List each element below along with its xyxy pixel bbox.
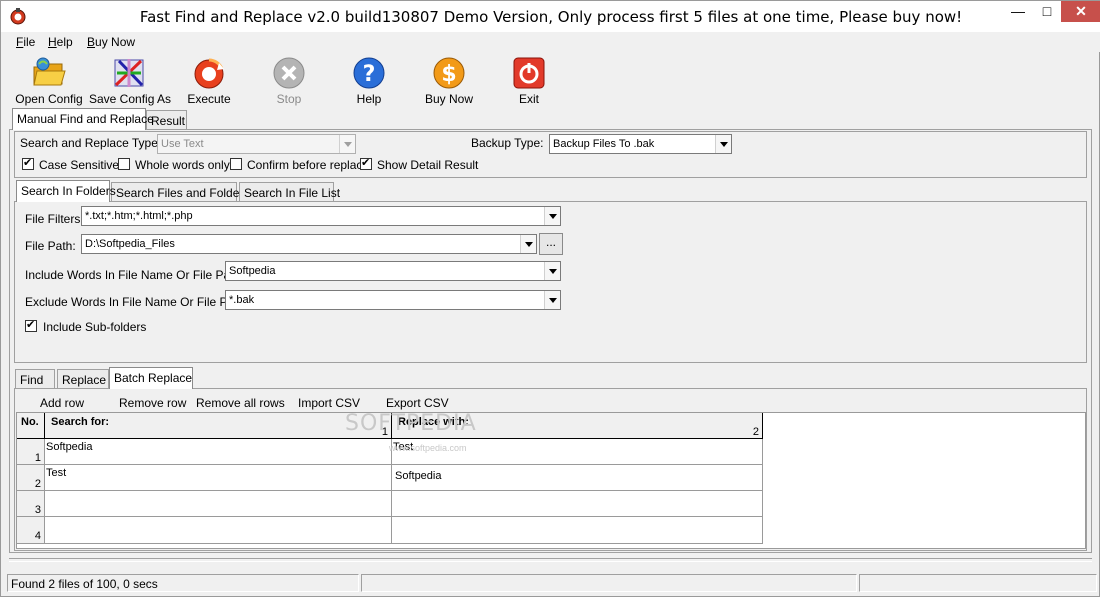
- import-csv-button[interactable]: Import CSV: [298, 396, 360, 410]
- case-sensitive-checkbox[interactable]: [22, 157, 34, 170]
- add-row-button[interactable]: Add row: [40, 396, 84, 410]
- chevron-down-icon: [544, 262, 560, 280]
- replace-cell[interactable]: Softpedia: [392, 465, 763, 491]
- status-panel-middle: [361, 574, 857, 592]
- search-cell[interactable]: [45, 517, 392, 544]
- row-number: 2: [17, 465, 45, 491]
- search-cell[interactable]: [45, 491, 392, 517]
- browse-button[interactable]: ...: [539, 233, 563, 255]
- row-number: 4: [17, 517, 45, 544]
- tab-search-in-folders[interactable]: Search In Folders: [16, 180, 116, 202]
- help-icon: ?: [353, 57, 385, 89]
- tab-manual-find-replace[interactable]: Manual Find and Replace: [12, 108, 154, 130]
- stop-button[interactable]: Stop: [249, 54, 329, 106]
- menu-file[interactable]: File: [16, 35, 35, 49]
- tab-search-files-folders[interactable]: Search Files and Folders: [111, 182, 249, 202]
- row-number: 1: [17, 439, 45, 465]
- status-panel-main: Found 2 files of 100, 0 secs: [7, 574, 359, 592]
- replace-cell[interactable]: [392, 491, 763, 517]
- buy-now-icon: $: [433, 57, 465, 89]
- column-header-search[interactable]: Search for: 1: [45, 413, 392, 439]
- confirm-replace-label: Confirm before replace: [247, 158, 370, 172]
- row-number: 3: [17, 491, 45, 517]
- whole-words-checkbox[interactable]: [118, 158, 130, 170]
- toolbar: Open Config Save Config As Execute Stop …: [2, 52, 1100, 108]
- search-type-label: Search and Replace Type:: [20, 136, 162, 150]
- remove-row-button[interactable]: Remove row: [119, 396, 186, 410]
- watermark-text: SOFTPEDIA: [345, 411, 477, 436]
- file-filters-label: File Filters:: [25, 212, 84, 226]
- window-title: Fast Find and Replace v2.0 build130807 D…: [139, 8, 963, 26]
- svg-text:$: $: [441, 62, 456, 87]
- close-button[interactable]: ✕: [1061, 1, 1100, 22]
- open-config-button[interactable]: Open Config: [9, 54, 89, 106]
- buy-now-button[interactable]: $ Buy Now: [409, 54, 489, 106]
- column-header-no: No.: [17, 413, 45, 439]
- menu-buy-now[interactable]: Buy Now: [87, 35, 135, 49]
- stop-icon: [273, 57, 305, 89]
- minimize-button[interactable]: —: [1003, 1, 1033, 22]
- tab-batch-replace[interactable]: Batch Replace: [109, 367, 193, 389]
- app-window: Fast Find and Replace v2.0 build130807 D…: [0, 0, 1100, 597]
- search-cell[interactable]: Softpedia: [45, 439, 392, 465]
- remove-all-rows-button[interactable]: Remove all rows: [196, 396, 285, 410]
- execute-button[interactable]: Execute: [169, 54, 249, 106]
- save-config-icon: [114, 59, 144, 87]
- include-words-input[interactable]: Softpedia: [225, 261, 561, 281]
- replace-cell[interactable]: [392, 517, 763, 544]
- include-words-label: Include Words In File Name Or File Path:: [25, 268, 244, 282]
- exit-button[interactable]: Exit: [489, 54, 569, 106]
- title-bar: Fast Find and Replace v2.0 build130807 D…: [1, 1, 1100, 32]
- maximize-button[interactable]: □: [1033, 1, 1061, 22]
- file-path-input[interactable]: D:\Softpedia_Files: [81, 234, 537, 254]
- chevron-down-icon: [339, 135, 355, 153]
- menu-bar: File Help Buy Now: [2, 32, 1100, 52]
- chevron-down-icon: [520, 235, 536, 253]
- exit-icon: [513, 57, 545, 89]
- open-folder-icon: [33, 57, 66, 86]
- export-csv-button[interactable]: Export CSV: [386, 396, 449, 410]
- case-sensitive-label: Case Sensitive: [39, 158, 120, 172]
- chevron-down-icon: [715, 135, 731, 153]
- backup-type-select[interactable]: Backup Files To .bak: [549, 134, 732, 154]
- include-subfolders-label: Include Sub-folders: [43, 320, 147, 334]
- search-cell[interactable]: Test: [45, 465, 392, 491]
- include-subfolders-checkbox[interactable]: [25, 319, 37, 332]
- chevron-down-icon: [544, 207, 560, 225]
- chevron-down-icon: [544, 291, 560, 309]
- backup-type-label: Backup Type:: [471, 136, 544, 150]
- splitter[interactable]: [9, 558, 1092, 562]
- exclude-words-label: Exclude Words In File Name Or File Path:: [25, 295, 248, 309]
- tab-find[interactable]: Find: [15, 369, 55, 389]
- help-button[interactable]: ? Help: [329, 54, 409, 106]
- batch-replace-grid: No. Search for: 1 Replace with: 2 1 Soft…: [16, 411, 1086, 549]
- status-panel-right: [859, 574, 1097, 592]
- save-config-as-button[interactable]: Save Config As: [89, 54, 171, 106]
- tab-replace[interactable]: Replace: [57, 369, 109, 389]
- exclude-words-input[interactable]: *.bak: [225, 290, 561, 310]
- show-detail-label: Show Detail Result: [377, 158, 479, 172]
- show-detail-checkbox[interactable]: [360, 157, 372, 170]
- confirm-replace-checkbox[interactable]: [230, 158, 242, 170]
- tab-search-in-file-list[interactable]: Search In File List: [239, 182, 340, 202]
- search-type-select[interactable]: Use Text: [157, 134, 356, 154]
- menu-help[interactable]: Help: [48, 35, 73, 49]
- watermark-url: www.softpedia.com: [389, 443, 467, 453]
- whole-words-label: Whole words only: [135, 158, 230, 172]
- svg-text:?: ?: [363, 62, 376, 87]
- execute-icon: [194, 58, 224, 89]
- file-filters-input[interactable]: *.txt;*.htm;*.html;*.php: [81, 206, 561, 226]
- file-path-label: File Path:: [25, 239, 76, 253]
